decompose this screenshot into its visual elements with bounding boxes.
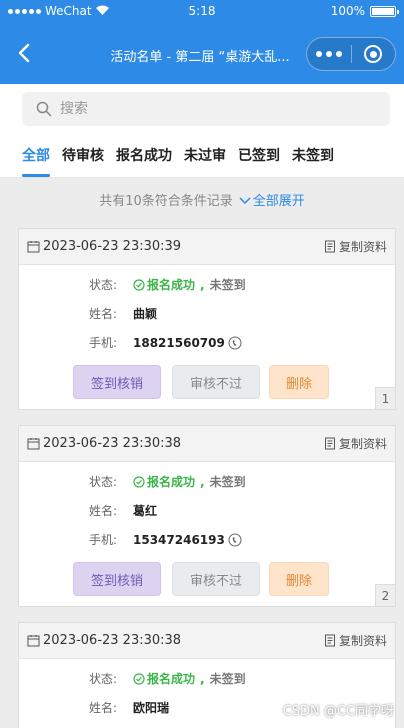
phone-row: 手机: 18821560709	[89, 328, 395, 357]
card-datetime: 2023-06-23 23:30:39	[27, 239, 181, 254]
watermark-text: CSDN @CC同学呀	[282, 704, 394, 719]
reject-button[interactable]: 审核不过	[172, 562, 260, 596]
name-value: 葛红	[133, 504, 158, 518]
record-card: 2023-06-23 23:30:38 复制资料 状态: 报名成功 , 未签到 …	[18, 425, 396, 607]
delete-button[interactable]: 删除	[269, 365, 329, 399]
signin-status: 未签到	[209, 278, 246, 292]
status-label: 状态:	[89, 475, 118, 489]
status-row: 状态: 报名成功 , 未签到	[89, 664, 395, 693]
calendar-icon	[27, 635, 40, 647]
phone-call-icon[interactable]	[228, 336, 242, 350]
tab-not-signed-in[interactable]: 未签到	[286, 134, 340, 177]
back-button[interactable]	[14, 42, 34, 64]
tab-registered[interactable]: 报名成功	[110, 134, 178, 177]
copy-info-label: 复制资料	[338, 634, 387, 648]
check-circle-icon	[133, 672, 145, 685]
card-actions: 签到核销 审核不过 删除 1	[19, 357, 395, 409]
name-row: 姓名: 葛红	[89, 496, 395, 525]
record-card: 2023-06-23 23:30:39 复制资料 状态: 报名成功 , 未签到 …	[18, 228, 396, 410]
miniprogram-capsule	[306, 37, 396, 71]
page-title: 活动名单 - 第二届 “桌游大乱...	[110, 50, 290, 65]
status-value: 报名成功 , 未签到	[133, 276, 246, 293]
delete-button[interactable]: 删除	[269, 562, 329, 596]
reject-button[interactable]: 审核不过	[172, 365, 260, 399]
tab-rejected[interactable]: 未过审	[178, 134, 232, 177]
registered-status: 报名成功	[133, 670, 195, 687]
more-menu-button[interactable]	[307, 51, 351, 57]
copy-info-button[interactable]: 复制资料	[324, 435, 387, 452]
battery-icon	[370, 5, 399, 17]
name-value: 欧阳瑞	[133, 701, 170, 715]
copy-info-button[interactable]: 复制资料	[324, 238, 387, 255]
checkin-button[interactable]: 签到核销	[73, 365, 161, 399]
name-label: 姓名:	[89, 701, 118, 715]
datetime-text: 2023-06-23 23:30:38	[43, 633, 182, 648]
status-bar: WeChat 5:18 100%	[0, 0, 404, 22]
name-label: 姓名:	[89, 504, 118, 518]
signin-status: 未签到	[209, 672, 246, 686]
tab-signed-in[interactable]: 已签到	[232, 134, 286, 177]
status-right: 100%	[330, 4, 399, 18]
document-icon	[324, 634, 335, 647]
signin-status: 未签到	[209, 475, 246, 489]
search-input[interactable]	[60, 101, 360, 117]
status-row: 状态: 报名成功 , 未签到	[89, 467, 395, 496]
copy-info-button[interactable]: 复制资料	[324, 632, 387, 649]
more-dots-icon	[315, 51, 322, 57]
status-row: 状态: 报名成功 , 未签到	[89, 270, 395, 299]
target-icon	[364, 45, 383, 63]
status-value: 报名成功 , 未签到	[133, 473, 246, 490]
phone-label: 手机:	[89, 533, 118, 547]
close-miniprogram-button[interactable]	[351, 45, 395, 63]
card-header: 2023-06-23 23:30:38 复制资料	[19, 426, 395, 462]
card-header: 2023-06-23 23:30:39 复制资料	[19, 229, 395, 265]
battery-percent: 100%	[330, 4, 365, 18]
phone-call-icon[interactable]	[228, 533, 242, 547]
expand-all-button[interactable]: 全部展开	[239, 194, 305, 209]
copy-info-label: 复制资料	[338, 240, 387, 254]
registered-status: 报名成功	[133, 473, 195, 490]
check-circle-icon	[133, 475, 145, 488]
phone-label: 手机:	[89, 336, 118, 350]
search-box[interactable]	[22, 92, 390, 126]
datetime-text: 2023-06-23 23:30:39	[43, 239, 182, 254]
search-area	[0, 84, 404, 134]
record-index: 1	[375, 387, 395, 409]
record-index: 2	[375, 584, 395, 606]
filter-tabs: 全部 待审核 报名成功 未过审 已签到 未签到	[0, 134, 404, 178]
navigation-bar: 活动名单 - 第二届 “桌游大乱...	[0, 22, 404, 84]
chevron-left-icon	[18, 43, 30, 63]
status-label: 状态:	[89, 672, 118, 686]
copy-info-label: 复制资料	[338, 437, 387, 451]
card-datetime: 2023-06-23 23:30:38	[27, 436, 181, 451]
record-count-text: 共有10条符合条件记录	[99, 194, 233, 209]
document-icon	[324, 437, 335, 450]
registered-status: 报名成功	[133, 276, 195, 293]
card-details: 状态: 报名成功 , 未签到 姓名: 葛红 手机: 15347246193	[19, 462, 395, 554]
name-value: 曲颖	[133, 307, 158, 321]
phone-value: 15347246193	[133, 533, 242, 547]
status-value: 报名成功 , 未签到	[133, 670, 246, 687]
calendar-icon	[27, 241, 40, 253]
phone-row: 手机: 15347246193	[89, 525, 395, 554]
name-label: 姓名:	[89, 307, 118, 321]
check-circle-icon	[133, 278, 145, 291]
card-actions: 签到核销 审核不过 删除 2	[19, 554, 395, 606]
checkin-button[interactable]: 签到核销	[73, 562, 161, 596]
calendar-icon	[27, 438, 40, 450]
card-datetime: 2023-06-23 23:30:38	[27, 633, 181, 648]
datetime-text: 2023-06-23 23:30:38	[43, 436, 182, 451]
status-label: 状态:	[89, 278, 118, 292]
card-header: 2023-06-23 23:30:38 复制资料	[19, 623, 395, 659]
tab-pending[interactable]: 待审核	[56, 134, 110, 177]
phone-value: 18821560709	[133, 336, 242, 350]
tab-all[interactable]: 全部	[0, 134, 56, 177]
name-row: 姓名: 曲颖	[89, 299, 395, 328]
record-summary: 共有10条符合条件记录 全部展开	[0, 190, 404, 209]
expand-all-label: 全部展开	[252, 194, 305, 209]
document-icon	[324, 240, 335, 253]
search-icon	[36, 101, 52, 117]
chevron-down-icon	[239, 197, 251, 205]
card-details: 状态: 报名成功 , 未签到 姓名: 曲颖 手机: 18821560709	[19, 265, 395, 357]
